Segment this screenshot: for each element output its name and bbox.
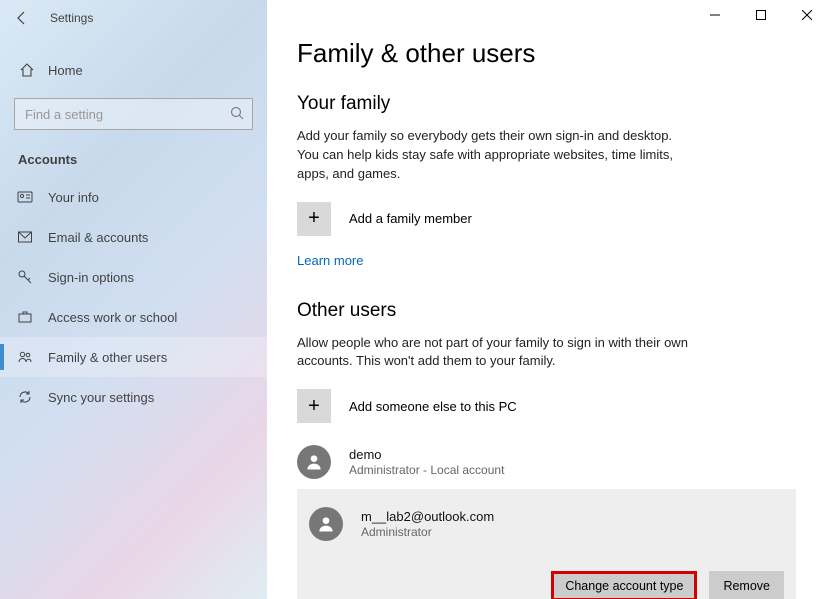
learn-more-link[interactable]: Learn more — [297, 253, 363, 268]
maximize-icon — [756, 10, 766, 20]
sidebar-item-label: Email & accounts — [48, 230, 148, 245]
sidebar-item-family-other-users[interactable]: Family & other users — [0, 337, 267, 377]
avatar-icon — [309, 507, 343, 541]
sidebar-item-email-accounts[interactable]: Email & accounts — [0, 217, 267, 257]
close-icon — [802, 10, 812, 20]
sidebar-item-access-work-school[interactable]: Access work or school — [0, 297, 267, 337]
user-name: m__lab2@outlook.com — [361, 509, 494, 525]
plus-icon: + — [297, 202, 331, 236]
change-account-type-button[interactable]: Change account type — [551, 571, 697, 599]
sidebar-item-signin-options[interactable]: Sign-in options — [0, 257, 267, 297]
sidebar-home[interactable]: Home — [0, 50, 267, 90]
mail-icon — [16, 228, 34, 246]
arrow-left-icon — [14, 10, 30, 26]
people-icon — [16, 348, 34, 366]
sidebar-item-label: Family & other users — [48, 350, 167, 365]
sync-icon — [16, 388, 34, 406]
other-user-row[interactable]: m__lab2@outlook.com Administrator — [309, 501, 784, 547]
other-user-row[interactable]: demo Administrator - Local account — [297, 439, 796, 485]
app-title: Settings — [50, 11, 93, 25]
family-description: Add your family so everybody gets their … — [297, 127, 697, 184]
minimize-button[interactable] — [692, 0, 738, 30]
sidebar-item-label: Sync your settings — [48, 390, 154, 405]
sidebar-section-label: Accounts — [18, 152, 267, 167]
sidebar-nav: Your info Email & accounts Sign-in optio… — [0, 177, 267, 417]
search-input[interactable] — [14, 98, 253, 130]
avatar-icon — [297, 445, 331, 479]
family-heading: Your family — [297, 93, 796, 115]
settings-sidebar: Settings Home Accounts Your info Email &… — [0, 0, 267, 599]
briefcase-icon — [16, 308, 34, 326]
back-button[interactable] — [6, 2, 38, 34]
maximize-button[interactable] — [738, 0, 784, 30]
remove-user-button[interactable]: Remove — [709, 571, 784, 599]
close-button[interactable] — [784, 0, 830, 30]
window-controls — [692, 0, 830, 30]
key-icon — [16, 268, 34, 286]
sidebar-item-label: Sign-in options — [48, 270, 134, 285]
minimize-icon — [710, 10, 720, 20]
page-title: Family & other users — [297, 38, 796, 69]
home-icon — [18, 61, 36, 79]
sidebar-item-label: Access work or school — [48, 310, 177, 325]
sidebar-home-label: Home — [48, 63, 83, 78]
user-role: Administrator — [361, 525, 494, 540]
other-users-heading: Other users — [297, 300, 796, 322]
search-icon — [229, 105, 245, 121]
add-family-member-button[interactable]: + Add a family member — [297, 202, 796, 236]
sidebar-item-label: Your info — [48, 190, 99, 205]
sidebar-item-sync-settings[interactable]: Sync your settings — [0, 377, 267, 417]
add-family-label: Add a family member — [349, 211, 472, 226]
user-role: Administrator - Local account — [349, 463, 504, 478]
other-user-selected-card: m__lab2@outlook.com Administrator Change… — [297, 489, 796, 599]
sidebar-item-your-info[interactable]: Your info — [0, 177, 267, 217]
add-other-user-button[interactable]: + Add someone else to this PC — [297, 389, 796, 423]
add-other-label: Add someone else to this PC — [349, 399, 517, 414]
main-content: Family & other users Your family Add you… — [267, 0, 830, 599]
other-users-description: Allow people who are not part of your fa… — [297, 334, 697, 372]
user-name: demo — [349, 447, 504, 463]
plus-icon: + — [297, 389, 331, 423]
user-card-icon — [16, 188, 34, 206]
